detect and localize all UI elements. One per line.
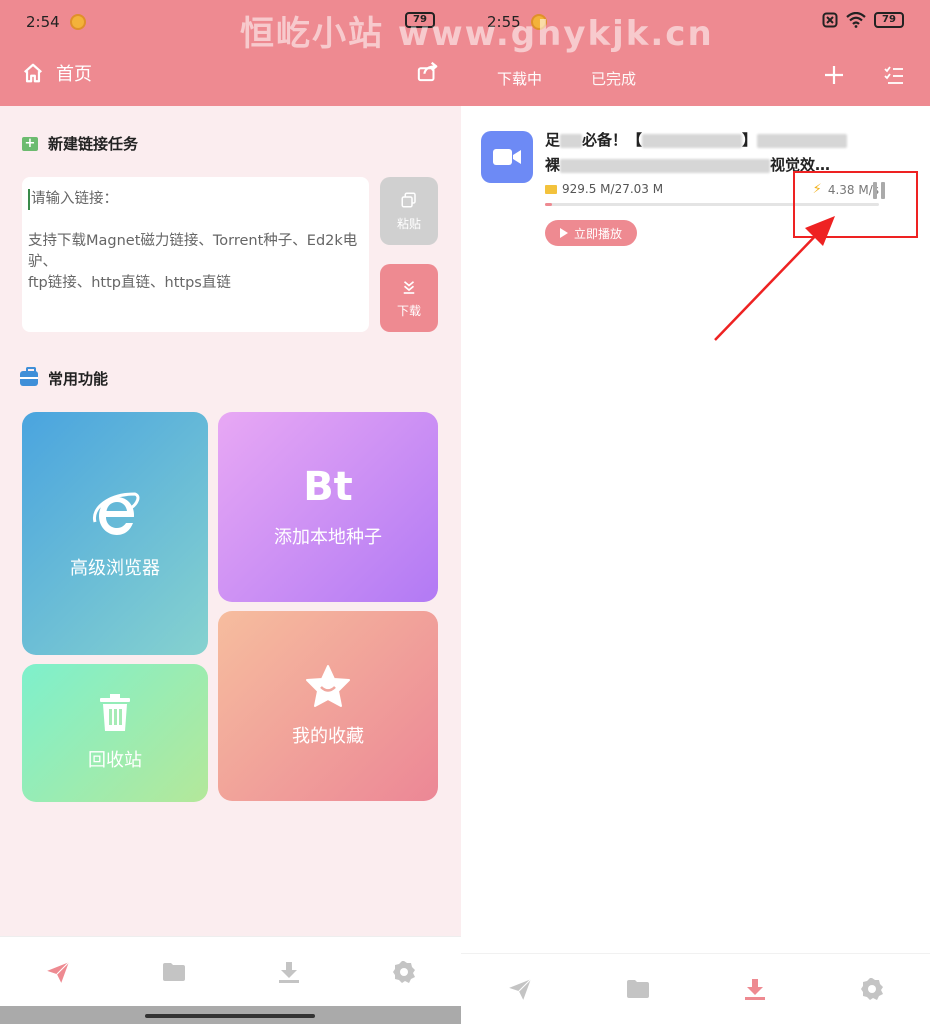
- annotation-arrow: [714, 216, 835, 341]
- paste-icon: [401, 192, 416, 207]
- new-task-section-title: + 新建链接任务: [22, 133, 138, 154]
- favorites-label: 我的收藏: [292, 726, 364, 747]
- home-icon[interactable]: [22, 62, 44, 84]
- left-phone-screen: 2:54 79 首页 + 新建链接任务 请输入链接： 支持下载Magnet磁力链…: [0, 0, 461, 1024]
- link-input-placeholder: 请输入链接：: [28, 189, 363, 210]
- plus-icon: +: [22, 136, 38, 151]
- settings-nav-icon[interactable]: [392, 960, 416, 984]
- trash-icon: [100, 694, 130, 731]
- add-torrent-label: 添加本地种子: [274, 527, 382, 548]
- task-size: 929.5 M/27.03 M: [562, 182, 664, 196]
- right-phone-screen: 2:55 79 下载中 已完成 足 必备！【 】 裸 视觉效… 929.5 M/…: [461, 0, 930, 1024]
- home-header: 2:54 79 首页: [0, 0, 461, 106]
- sim-off-icon: [822, 12, 838, 28]
- page-title-row: 首页: [22, 56, 92, 90]
- folder-nav-icon[interactable]: [626, 978, 650, 1000]
- video-file-icon: [481, 131, 533, 183]
- battery-icon: 79: [405, 12, 435, 28]
- recycle-bin-label: 回收站: [88, 750, 142, 771]
- bottom-nav-right: [461, 953, 930, 1023]
- browser-card[interactable]: 高级浏览器: [22, 412, 208, 655]
- coin-icon: [69, 14, 86, 30]
- settings-nav-icon[interactable]: [860, 977, 884, 1001]
- add-torrent-card[interactable]: Bt 添加本地种子: [218, 412, 438, 602]
- link-input-hint-2: ftp链接、http直链、https直链: [28, 275, 231, 291]
- add-icon[interactable]: [823, 64, 845, 86]
- send-nav-icon[interactable]: [45, 959, 71, 985]
- share-icon[interactable]: [417, 60, 439, 82]
- download-double-chevron-icon: [403, 280, 415, 294]
- downloads-header: 2:55 79 下载中 已完成: [461, 0, 930, 109]
- status-time-right: 2:55: [487, 13, 521, 31]
- folder-icon: [545, 184, 557, 194]
- status-bar-right: 2:55 79: [461, 0, 930, 44]
- task-progress-fill: [545, 203, 552, 206]
- tab-downloading[interactable]: 下载中: [497, 68, 542, 109]
- folder-nav-icon[interactable]: [162, 961, 186, 983]
- play-now-button[interactable]: 立即播放: [545, 220, 637, 246]
- download-tabs: 下载中 已完成: [461, 64, 930, 109]
- battery-icon-right: 79: [874, 12, 904, 28]
- download-nav-icon[interactable]: [743, 977, 767, 1001]
- status-bar: 2:54 79: [0, 0, 461, 44]
- ie-browser-icon: [93, 491, 140, 535]
- recycle-bin-card[interactable]: 回收站: [22, 664, 208, 802]
- checklist-icon[interactable]: [883, 64, 905, 86]
- download-button[interactable]: 下载: [380, 264, 438, 332]
- bottom-nav: [0, 936, 461, 1006]
- paste-button[interactable]: 粘贴: [380, 177, 438, 245]
- status-time: 2:54: [26, 13, 60, 31]
- link-input-hint-1: 支持下载Magnet磁力链接、Torrent种子、Ed2k电驴、: [28, 233, 358, 270]
- tab-completed[interactable]: 已完成: [591, 68, 636, 89]
- star-icon: [306, 665, 350, 707]
- wifi-icon: [846, 12, 866, 28]
- page-title: 首页: [56, 64, 92, 85]
- common-section-title: 常用功能: [20, 367, 108, 389]
- link-input[interactable]: 请输入链接： 支持下载Magnet磁力链接、Torrent种子、Ed2k电驴、 …: [22, 177, 369, 332]
- browser-card-label: 高级浏览器: [70, 557, 160, 579]
- coin-icon-right: [530, 14, 547, 30]
- download-nav-icon[interactable]: [277, 960, 301, 984]
- bt-logo: Bt: [303, 464, 353, 510]
- send-nav-icon[interactable]: [507, 976, 533, 1002]
- briefcase-icon: [20, 367, 38, 386]
- favorites-card[interactable]: 我的收藏: [218, 611, 438, 801]
- home-indicator[interactable]: [145, 1014, 315, 1018]
- play-icon: [559, 228, 568, 238]
